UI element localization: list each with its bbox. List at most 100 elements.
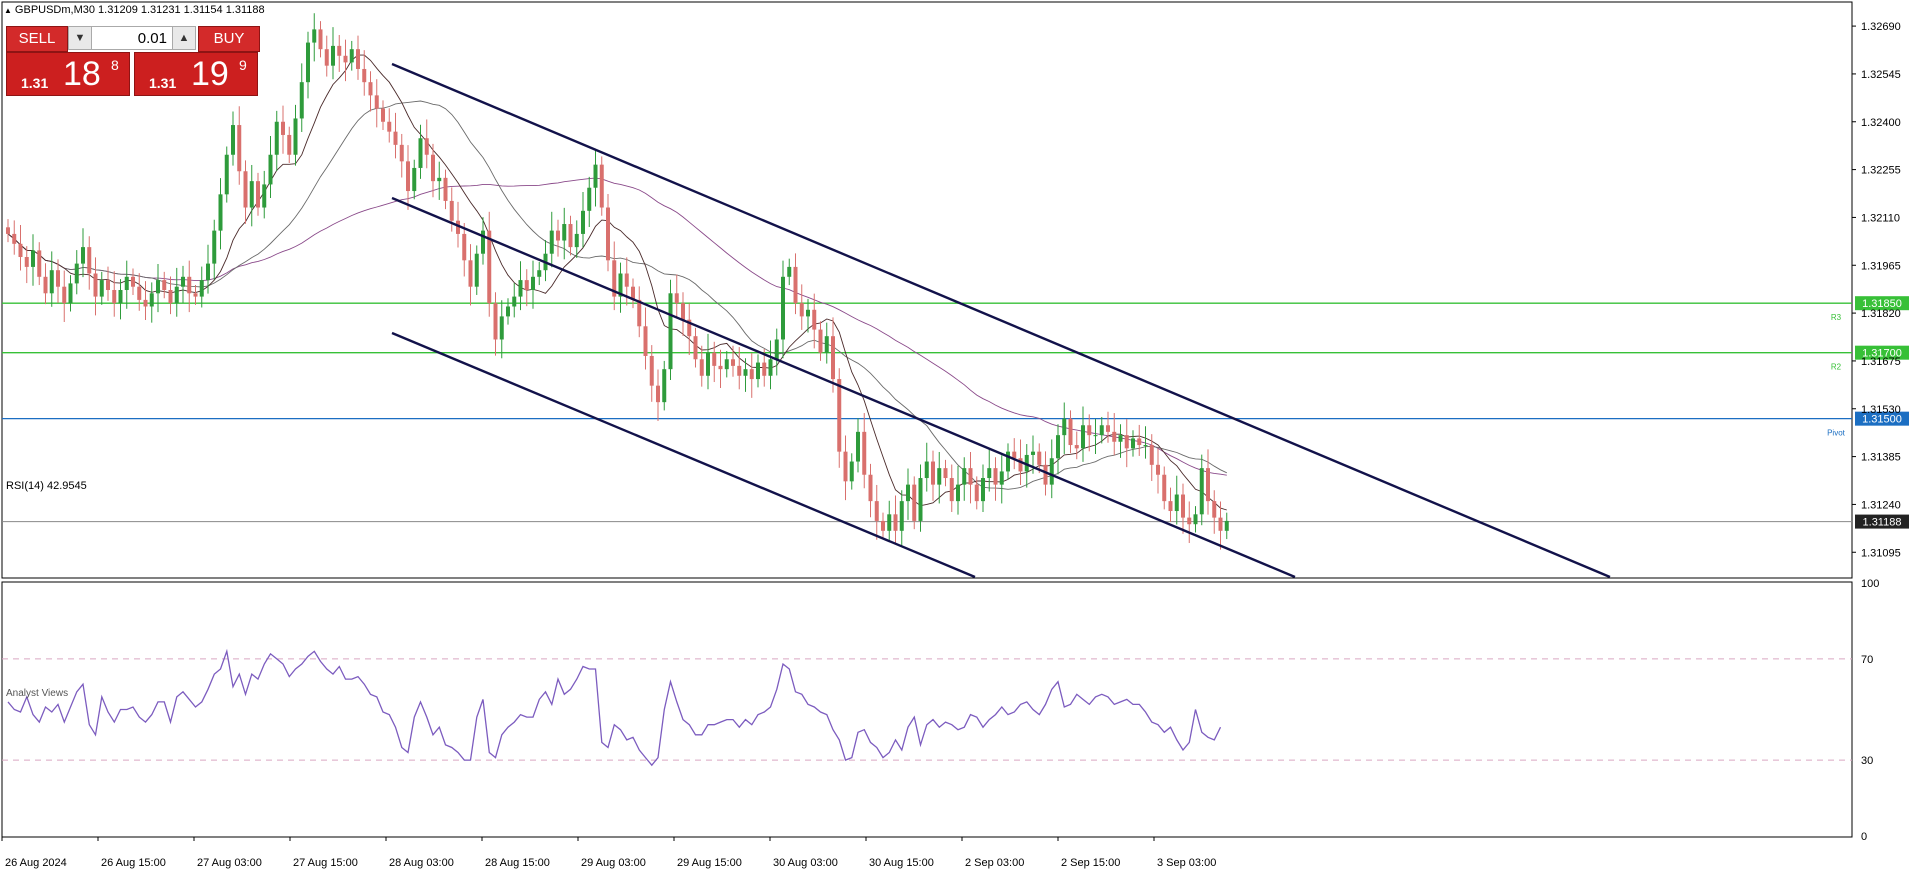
candle-body bbox=[349, 49, 354, 63]
candle-body bbox=[1212, 501, 1217, 518]
candle-body bbox=[1099, 425, 1104, 436]
candle-body bbox=[387, 121, 392, 132]
buy-button[interactable]: BUY bbox=[198, 26, 260, 52]
candle-body bbox=[524, 280, 529, 290]
candle-body bbox=[768, 359, 773, 376]
candle-body bbox=[999, 471, 1004, 485]
candle-body bbox=[493, 303, 498, 340]
candle-body bbox=[412, 167, 417, 192]
candle-body bbox=[1193, 514, 1198, 525]
candle-body bbox=[481, 230, 485, 254]
candle-body bbox=[956, 484, 960, 502]
current-price-tag: 1.31188 bbox=[1855, 514, 1909, 529]
candle-body bbox=[581, 210, 585, 234]
candle-body bbox=[918, 478, 923, 521]
candle-body bbox=[881, 520, 885, 531]
candle-body bbox=[474, 253, 479, 287]
lot-size-input[interactable] bbox=[93, 27, 171, 49]
candle-body bbox=[624, 273, 629, 287]
candle-body bbox=[1187, 517, 1192, 525]
candle-body bbox=[568, 224, 573, 248]
candle-body bbox=[712, 352, 717, 366]
y-tick-label: 1.31675 bbox=[1861, 356, 1901, 368]
candle-body bbox=[1156, 464, 1160, 475]
candle-body bbox=[274, 121, 279, 155]
candle-body bbox=[449, 200, 454, 221]
candle-body bbox=[24, 257, 29, 267]
buy-price-box[interactable]: 1.31 19 9 bbox=[134, 52, 258, 96]
candle-body bbox=[1118, 435, 1123, 442]
candle-body bbox=[1149, 445, 1154, 465]
sell-price-box[interactable]: 1.31 18 8 bbox=[6, 52, 130, 96]
candle-body bbox=[193, 293, 198, 297]
candle-body bbox=[62, 286, 67, 304]
candle-body bbox=[649, 355, 654, 386]
level-name-label: Pivot bbox=[1827, 429, 1846, 438]
candle-body bbox=[93, 273, 98, 297]
candle-body bbox=[1012, 451, 1017, 459]
rsi-y-tick-label: 70 bbox=[1861, 654, 1873, 666]
y-tick-label: 1.32400 bbox=[1861, 117, 1901, 129]
candle-body bbox=[287, 134, 292, 155]
candle-body bbox=[1068, 418, 1073, 446]
lot-decrease-button[interactable]: ▼ bbox=[69, 27, 92, 49]
candle-body bbox=[762, 362, 767, 376]
lot-increase-button[interactable]: ▲ bbox=[172, 27, 195, 49]
candle-body bbox=[1031, 451, 1035, 455]
candle-body bbox=[18, 243, 23, 258]
x-tick-label: 2 Sep 15:00 bbox=[1061, 857, 1120, 869]
candle-body bbox=[12, 233, 17, 244]
buy-price-big: 19 bbox=[191, 55, 229, 93]
candle-body bbox=[1206, 468, 1210, 502]
y-tick-label: 1.31530 bbox=[1861, 404, 1901, 416]
candle-body bbox=[1087, 425, 1092, 436]
triangle-up-icon: ▲ bbox=[4, 6, 12, 15]
sell-button[interactable]: SELL bbox=[6, 26, 68, 52]
candle-body bbox=[74, 263, 79, 284]
candle-body bbox=[1199, 468, 1204, 515]
candle-body bbox=[899, 501, 904, 531]
candle-body bbox=[331, 45, 335, 66]
candle-body bbox=[549, 230, 554, 254]
candle-body bbox=[606, 207, 610, 261]
candle-body bbox=[162, 280, 167, 290]
candle-body bbox=[812, 309, 817, 330]
candle-body bbox=[437, 177, 442, 182]
candle-body bbox=[374, 95, 379, 109]
candle-body bbox=[912, 484, 917, 521]
y-tick-label: 1.32690 bbox=[1861, 21, 1901, 33]
candle-body bbox=[343, 55, 348, 63]
candle-body bbox=[6, 227, 10, 234]
candle bbox=[668, 279, 673, 381]
candle-body bbox=[499, 316, 504, 340]
x-tick-label: 30 Aug 15:00 bbox=[869, 857, 934, 869]
candle-body bbox=[212, 230, 217, 264]
candle-body bbox=[87, 247, 92, 274]
sell-price-pip: 8 bbox=[111, 57, 119, 73]
candle-body bbox=[262, 184, 267, 208]
candle-body bbox=[1174, 494, 1179, 512]
x-tick-label: 26 Aug 2024 bbox=[5, 857, 67, 869]
candle-body bbox=[462, 233, 467, 261]
x-tick-label: 2 Sep 03:00 bbox=[965, 857, 1024, 869]
candle-body bbox=[106, 280, 110, 290]
candle-body bbox=[868, 474, 873, 502]
candle-body bbox=[643, 326, 648, 356]
candle-body bbox=[1143, 445, 1148, 447]
candle-body bbox=[849, 461, 854, 482]
candle-body bbox=[156, 280, 160, 294]
candle-body bbox=[731, 359, 735, 366]
candle-body bbox=[943, 468, 948, 479]
candle-body bbox=[799, 303, 804, 317]
candle-body bbox=[487, 230, 492, 304]
candle-body bbox=[293, 118, 298, 155]
candle-body bbox=[1218, 517, 1223, 531]
rsi-pane-frame bbox=[1, 581, 1853, 838]
one-click-trade-panel: SELL ▼ ▲ BUY 1.31 18 8 1.31 19 9 bbox=[6, 26, 260, 96]
candle-body bbox=[68, 283, 73, 304]
candle-body bbox=[224, 154, 229, 195]
candle-body bbox=[49, 270, 54, 294]
rsi-y-tick-label: 0 bbox=[1861, 831, 1867, 843]
candle-body bbox=[874, 501, 879, 521]
rsi-y-tick-label: 30 bbox=[1861, 755, 1873, 767]
